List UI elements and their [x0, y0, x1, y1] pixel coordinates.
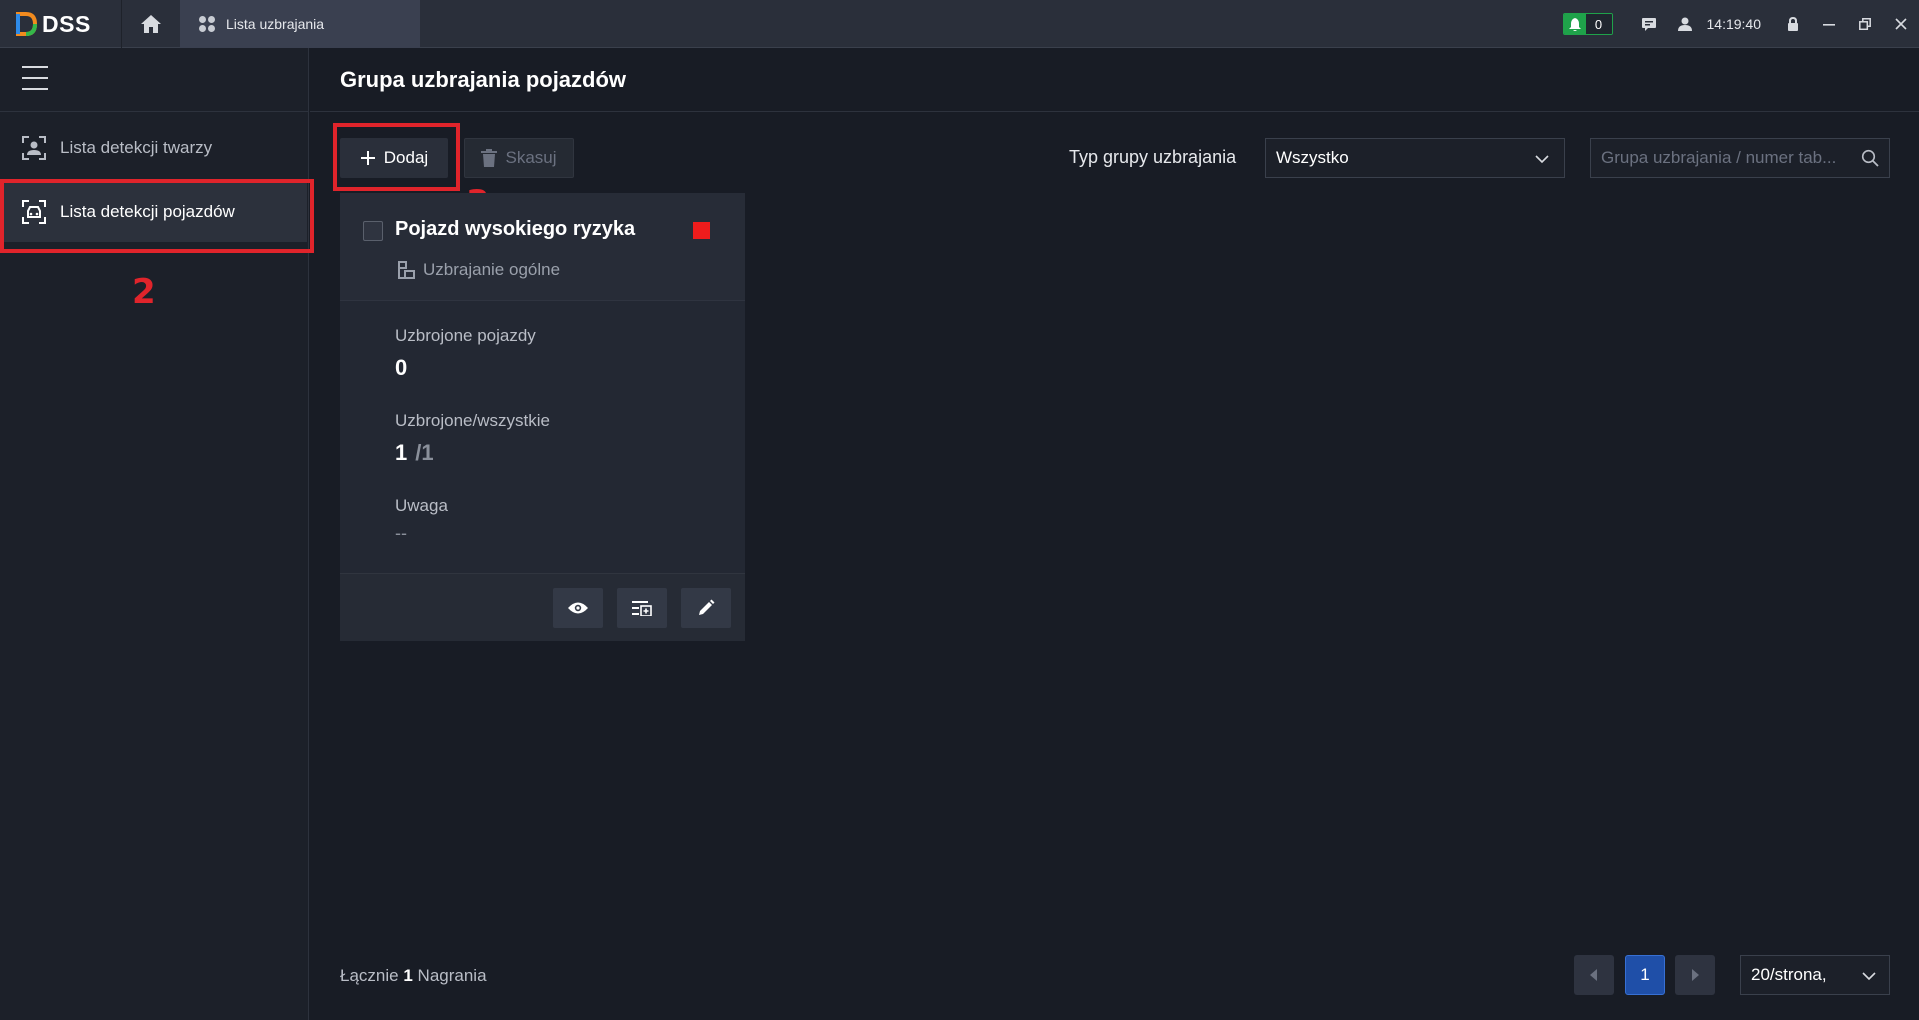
total-records: Łącznie 1 Nagrania [340, 966, 487, 986]
face-scan-icon [22, 136, 46, 160]
annotation-number-2: 2 [132, 272, 156, 312]
trash-icon [481, 149, 498, 167]
total-count: /1 [415, 440, 434, 465]
filter-label: Typ grupy uzbrajania [1069, 147, 1237, 167]
delete-button-label: Skasuj [505, 148, 557, 167]
chevron-down-icon [1862, 972, 1876, 981]
edit-button[interactable] [681, 588, 731, 628]
bell-icon [1563, 14, 1586, 34]
eye-icon [568, 602, 588, 614]
card-title: Pojazd wysokiego ryzyka [395, 218, 636, 240]
dss-logo: DSS [14, 10, 91, 38]
card-type: Uzbrajanie ogólne [397, 260, 560, 280]
tab-label: Lista uzbrajania [226, 16, 325, 32]
page-1-button[interactable]: 1 [1625, 955, 1665, 995]
user-button[interactable] [1667, 0, 1703, 48]
clock: 14:19:40 [1706, 16, 1762, 32]
sidebar-divider [0, 111, 309, 112]
sidebar-item-label: Lista detekcji twarzy [60, 138, 213, 157]
menu-toggle-button[interactable] [22, 66, 48, 92]
tab-lista-uzbrajania[interactable]: Lista uzbrajania [180, 0, 420, 48]
armed-vehicles-value: 0 [395, 355, 408, 380]
arming-group-card: Pojazd wysokiego ryzyka Uzbrajanie ogóln… [340, 193, 745, 641]
total-prefix: Łącznie [340, 966, 399, 985]
arming-type-icon [398, 261, 415, 279]
chevron-right-icon [1692, 969, 1699, 981]
page-size-select[interactable]: 20/strona, [1740, 955, 1890, 995]
search-box[interactable] [1590, 138, 1890, 178]
risk-color-indicator [693, 222, 710, 239]
apps-icon [199, 16, 215, 32]
next-page-button[interactable] [1675, 955, 1715, 995]
add-button-label: Dodaj [383, 148, 429, 167]
close-button[interactable] [1883, 0, 1919, 48]
add-button[interactable]: Dodaj [340, 138, 448, 178]
annotation-highlight-sidebar [0, 179, 314, 253]
total-count-value: 1 [403, 966, 413, 985]
message-icon [1641, 17, 1656, 31]
close-icon [1895, 18, 1907, 30]
armed-ratio-value: 1/1 [395, 440, 434, 466]
alarm-notification[interactable]: 0 [1562, 13, 1613, 35]
title-bar: DSS Lista uzbrajania 0 14:19:40 [0, 0, 1919, 48]
arming-type-value: Wszystko [1276, 148, 1349, 167]
minimize-button[interactable] [1811, 0, 1847, 48]
restore-button[interactable] [1847, 0, 1883, 48]
search-input[interactable] [1601, 148, 1856, 168]
search-icon[interactable] [1861, 149, 1879, 167]
chevron-down-icon [1535, 155, 1549, 164]
armed-count: 1 [395, 440, 408, 465]
titlebar-controls: 0 14:19:40 [1562, 0, 1919, 48]
lock-icon [1788, 17, 1798, 31]
user-icon [1677, 17, 1692, 31]
header-divider [310, 111, 1919, 112]
dss-logo-icon [16, 12, 38, 36]
home-button[interactable] [122, 0, 179, 48]
home-icon [140, 15, 161, 33]
chevron-left-icon [1590, 969, 1597, 981]
arming-type-select[interactable]: Wszystko [1265, 138, 1565, 178]
page-title: Grupa uzbrajania pojazdów [340, 67, 627, 92]
lock-button[interactable] [1775, 0, 1811, 48]
list-add-icon [632, 601, 652, 616]
sidebar-item-face-detection[interactable]: Lista detekcji twarzy [4, 118, 307, 178]
alarm-count: 0 [1585, 14, 1612, 34]
card-checkbox[interactable] [363, 221, 383, 241]
total-suffix: Nagrania [417, 966, 487, 985]
brand-name: DSS [42, 10, 91, 37]
card-type-label: Uzbrajanie ogólne [423, 260, 561, 279]
restore-icon [1859, 18, 1871, 30]
card-header: Pojazd wysokiego ryzyka Uzbrajanie ogóln… [340, 193, 745, 301]
note-label: Uwaga [395, 496, 448, 515]
armed-vehicles-label: Uzbrojone pojazdy [395, 326, 536, 345]
note-value: -- [395, 523, 407, 543]
view-button[interactable] [553, 588, 603, 628]
prev-page-button[interactable] [1574, 955, 1614, 995]
delete-button[interactable]: Skasuj [464, 138, 574, 178]
manage-list-button[interactable] [617, 588, 667, 628]
pencil-icon [699, 599, 715, 615]
minimize-icon [1823, 24, 1835, 26]
message-button[interactable] [1631, 0, 1667, 48]
plus-icon [360, 151, 375, 165]
page-size-value: 20/strona, [1751, 965, 1827, 984]
armed-ratio-label: Uzbrojone/wszystkie [395, 411, 550, 430]
